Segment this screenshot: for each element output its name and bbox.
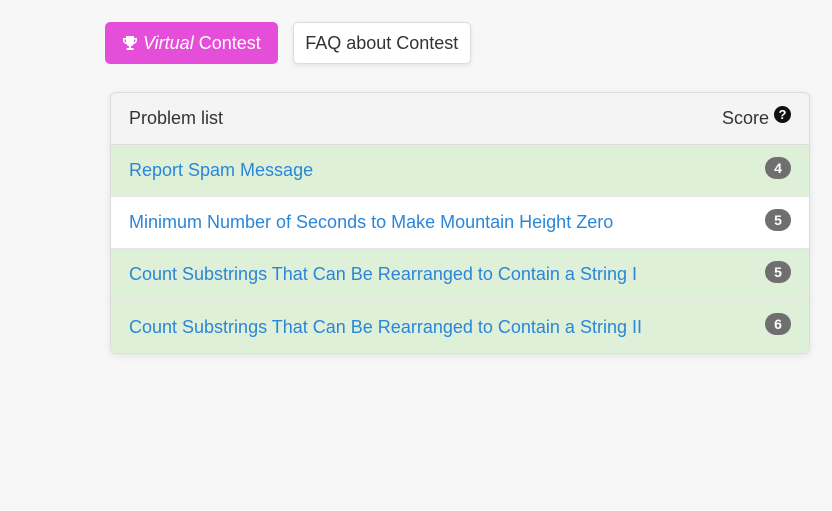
- contest-actions: Virtual Contest FAQ about Contest: [105, 22, 471, 64]
- score-badge: 4: [765, 156, 791, 179]
- question-circle-icon[interactable]: ?: [774, 106, 791, 123]
- score-badge: 5: [765, 260, 791, 283]
- contest-page: Virtual Contest FAQ about Contest Proble…: [0, 0, 832, 511]
- problem-link[interactable]: Count Substrings That Can Be Rearranged …: [129, 317, 642, 338]
- problem-row: Count Substrings That Can Be Rearranged …: [111, 301, 809, 353]
- problem-link[interactable]: Minimum Number of Seconds to Make Mounta…: [129, 212, 613, 233]
- virtual-label: Virtual: [143, 32, 194, 53]
- score-label: Score: [721, 108, 769, 128]
- problem-list-title: Problem list: [129, 108, 224, 128]
- score-header: Score ?: [721, 106, 791, 129]
- problem-link[interactable]: Report Spam Message: [129, 160, 313, 181]
- score-badge: 5: [765, 208, 791, 231]
- problem-row: Count Substrings That Can Be Rearranged …: [111, 249, 809, 301]
- problem-row: Minimum Number of Seconds to Make Mounta…: [111, 197, 809, 249]
- virtual-contest-button[interactable]: Virtual Contest: [105, 22, 278, 64]
- problem-list-header: Problem list Score ?: [111, 93, 809, 145]
- problem-row: Report Spam Message 4: [111, 145, 809, 197]
- problem-list-panel: Problem list Score ? Report Spam Message…: [110, 92, 810, 354]
- contest-label: Contest: [198, 32, 261, 53]
- score-badge: 6: [765, 313, 791, 335]
- trophy-icon: [123, 36, 137, 50]
- faq-about-contest-button[interactable]: FAQ about Contest: [292, 22, 471, 64]
- problem-link[interactable]: Count Substrings That Can Be Rearranged …: [129, 264, 637, 285]
